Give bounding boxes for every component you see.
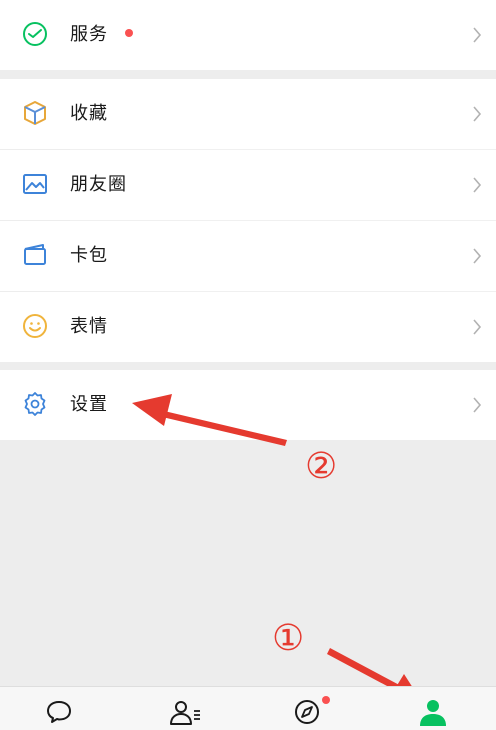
annotation-marker-1: ① bbox=[272, 618, 305, 659]
me-person-icon bbox=[420, 700, 446, 726]
tab-me[interactable] bbox=[372, 687, 496, 730]
bottom-tab-bar bbox=[0, 686, 496, 730]
annotation-arrows bbox=[132, 394, 422, 702]
arrow-to-settings bbox=[132, 394, 287, 446]
tab-discover[interactable] bbox=[248, 687, 372, 730]
chat-bubble-icon bbox=[47, 701, 71, 723]
tab-chats[interactable] bbox=[0, 687, 124, 730]
contacts-icon bbox=[170, 701, 200, 725]
discover-compass-icon bbox=[295, 700, 319, 724]
annotation-marker-2: ② bbox=[305, 446, 338, 487]
tab-contacts[interactable] bbox=[124, 687, 248, 730]
red-dot-badge bbox=[322, 696, 330, 704]
